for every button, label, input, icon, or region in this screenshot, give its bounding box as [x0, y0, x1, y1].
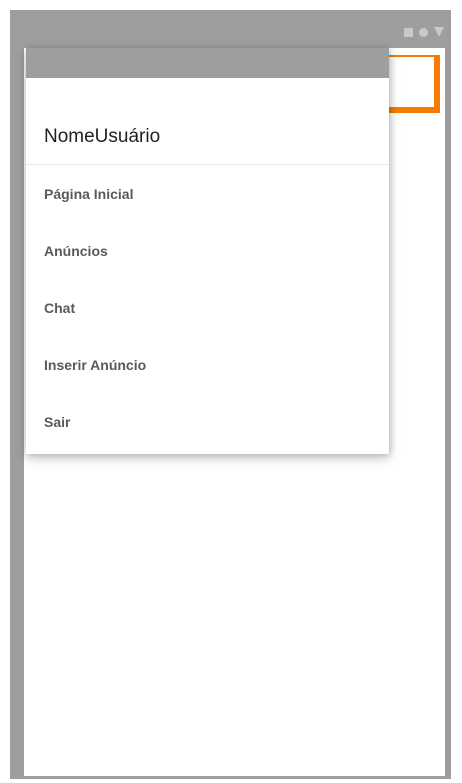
circle-icon [419, 27, 428, 37]
menu-item-anuncios[interactable]: Anúncios [26, 222, 389, 279]
menu-item-sair[interactable]: Sair [26, 393, 389, 450]
menu-item-inserir-anuncio[interactable]: Inserir Anúncio [26, 336, 389, 393]
drawer-status-bar [26, 48, 389, 78]
navigation-drawer: NomeUsuário Página Inicial Anúncios Chat… [26, 48, 389, 454]
triangle-down-icon [434, 27, 444, 37]
user-name: NomeUsuário [44, 126, 161, 147]
drawer-menu: Página Inicial Anúncios Chat Inserir Anú… [26, 165, 389, 450]
menu-item-chat[interactable]: Chat [26, 279, 389, 336]
square-icon [404, 27, 413, 37]
menu-item-pagina-inicial[interactable]: Página Inicial [26, 165, 389, 222]
drawer-header: NomeUsuário [26, 78, 389, 165]
status-bar-icons [404, 27, 444, 37]
toolbar-accent-box [380, 55, 440, 113]
